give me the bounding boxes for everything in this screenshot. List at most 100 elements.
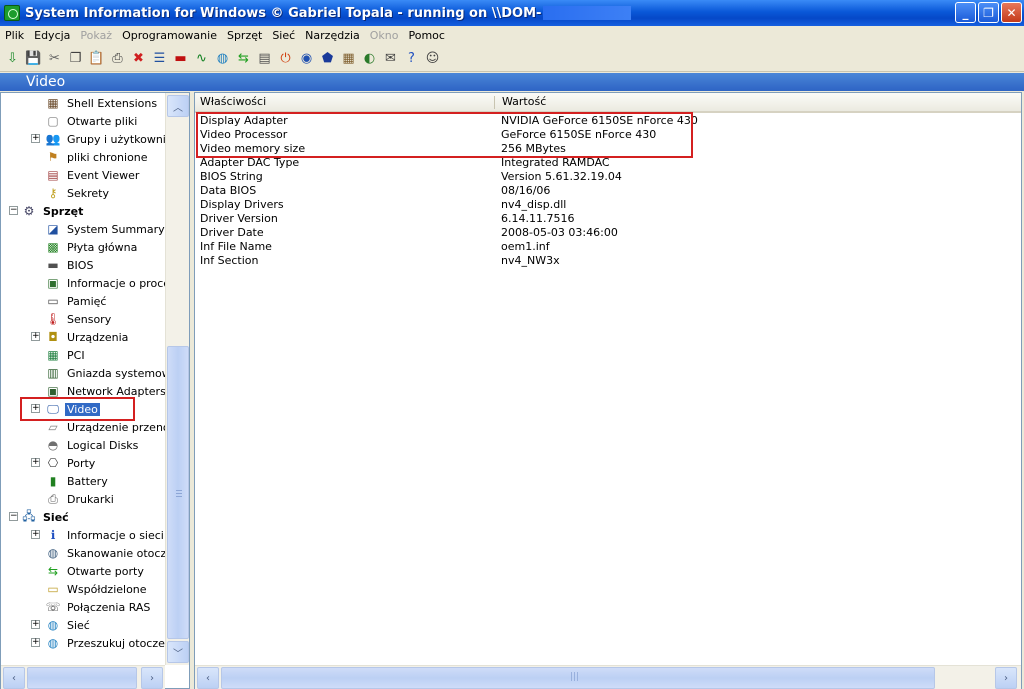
power-icon[interactable]: ⏻: [276, 49, 295, 68]
tree-item-system-summary[interactable]: ◪ System Summary: [45, 220, 165, 238]
table-row[interactable]: Display Drivers nv4_disp.dll: [195, 198, 1021, 212]
menu-edycja[interactable]: Edycja: [29, 29, 75, 42]
property-cell: Video memory size: [200, 142, 306, 155]
mail-icon[interactable]: ✉: [381, 49, 400, 68]
tree-item-urzadzenie-przenosne[interactable]: ▱ Urządzenie przenośne: [45, 418, 165, 436]
stop-icon[interactable]: ✖: [129, 49, 148, 68]
chart-icon[interactable]: ∿: [192, 49, 211, 68]
maximize-button[interactable]: ❐: [978, 2, 999, 23]
scroll-right-button[interactable]: ›: [141, 667, 163, 689]
document-icon[interactable]: ▤: [255, 49, 274, 68]
tree-item-pliki-chronione[interactable]: ⚑ pliki chronione: [45, 148, 150, 166]
tree-item-battery[interactable]: ▮ Battery: [45, 472, 110, 490]
list-hscroll-thumb[interactable]: |||: [221, 667, 935, 689]
save-icon[interactable]: 💾: [24, 49, 43, 68]
scroll-left-button[interactable]: ‹: [3, 667, 25, 689]
tree-item-grupy-i-uzytkownicy[interactable]: + 👥 Grupy i użytkownicy: [31, 130, 165, 148]
table-row[interactable]: Inf File Name oem1.inf: [195, 240, 1021, 254]
table-row[interactable]: Data BIOS 08/16/06: [195, 184, 1021, 198]
report-icon[interactable]: ☰: [150, 49, 169, 68]
print-icon[interactable]: ⎙: [108, 49, 127, 68]
column-header-property[interactable]: Właściwości: [195, 93, 495, 111]
menu-plik[interactable]: Plik: [0, 29, 29, 42]
minimize-button[interactable]: _: [955, 2, 976, 23]
collapse-icon[interactable]: −: [9, 512, 18, 521]
menu-narzedzia[interactable]: Narzędzia: [300, 29, 365, 42]
expand-icon[interactable]: +: [31, 620, 40, 629]
tree-vertical-scrollbar[interactable]: ︿ ﹀: [165, 93, 189, 665]
list-scroll-left-button[interactable]: ‹: [197, 667, 219, 689]
tree-item-video[interactable]: + 🖵 Video: [31, 400, 100, 418]
tree-item-drukarki[interactable]: ⎙ Drukarki: [45, 490, 116, 508]
tree-item-network-adapters[interactable]: ▣ Network Adapters: [45, 382, 165, 400]
menu-sprzet[interactable]: Sprzęt: [222, 29, 267, 42]
tree-item-polaczenia-ras[interactable]: ☏ Połączenia RAS: [45, 598, 152, 616]
list-scroll-right-button[interactable]: ›: [995, 667, 1017, 689]
tree-item-shell-extensions[interactable]: ▦ Shell Extensions: [45, 94, 159, 112]
help-icon[interactable]: ?: [402, 49, 421, 68]
table-row[interactable]: Adapter DAC Type Integrated RAMDAC: [195, 156, 1021, 170]
scroll-down-button[interactable]: ﹀: [167, 641, 189, 663]
expand-icon[interactable]: +: [31, 458, 40, 467]
menu-oprogramowanie[interactable]: Oprogramowanie: [117, 29, 222, 42]
expand-icon[interactable]: +: [31, 332, 40, 341]
tree-item-logical-disks[interactable]: ◓ Logical Disks: [45, 436, 140, 454]
tree-item-sekrety[interactable]: ⚷ Sekrety: [45, 184, 111, 202]
table-row[interactable]: Inf Section nv4_NW3x: [195, 254, 1021, 268]
expand-icon[interactable]: +: [31, 638, 40, 647]
tree-item-bios[interactable]: ▬ BIOS: [45, 256, 95, 274]
flag-icon[interactable]: ▬: [171, 49, 190, 68]
column-header-value[interactable]: Wartość: [497, 93, 797, 111]
paste-icon[interactable]: 📋: [87, 49, 106, 68]
table-row[interactable]: Driver Date 2008-05-03 03:46:00: [195, 226, 1021, 240]
tree-item-skanowanie-otoczenia[interactable]: ◍ Skanowanie otoczenia: [45, 544, 165, 562]
column-divider[interactable]: [494, 96, 495, 109]
tree-item-porty[interactable]: + ⎔ Porty: [31, 454, 97, 472]
tree-item-pci[interactable]: ▦ PCI: [45, 346, 87, 364]
menu-siec[interactable]: Sieć: [267, 29, 300, 42]
tree-item-sprzet[interactable]: − ⚙ Sprzęt: [9, 202, 85, 220]
expand-icon[interactable]: +: [31, 404, 40, 413]
system-summary-icon: ◪: [47, 222, 59, 236]
sync-icon[interactable]: ◉: [297, 49, 316, 68]
tree-hscroll-thumb[interactable]: [27, 667, 137, 689]
user-icon[interactable]: ☺: [423, 49, 442, 68]
expand-icon[interactable]: +: [31, 530, 40, 539]
tree-item-plyta-glowna[interactable]: ▩ Płyta główna: [45, 238, 139, 256]
table-row[interactable]: Video Processor GeForce 6150SE nForce 430: [195, 128, 1021, 142]
scroll-up-button[interactable]: ︿: [167, 95, 189, 117]
expand-icon[interactable]: +: [31, 134, 40, 143]
tree-item-informacje-o-procesorze[interactable]: ▣ Informacje o procesorze: [45, 274, 165, 292]
refresh-icon[interactable]: ⇩: [3, 49, 22, 68]
app-icon[interactable]: [4, 5, 20, 21]
copy-icon[interactable]: ❐: [66, 49, 85, 68]
tree-horizontal-scrollbar[interactable]: ‹ ›: [1, 665, 165, 689]
drive-icon[interactable]: ◐: [360, 49, 379, 68]
tree-item-przeszukuj-otoczenie[interactable]: + ◍ Przeszukuj otoczenie: [31, 634, 165, 652]
table-row[interactable]: Display Adapter NVIDIA GeForce 6150SE nFo…: [195, 114, 1021, 128]
globe-icon[interactable]: ◍: [213, 49, 232, 68]
tree-item-informacje-o-sieci[interactable]: + ℹ Informacje o sieci: [31, 526, 165, 544]
shield-icon[interactable]: ⬟: [318, 49, 337, 68]
menu-pomoc[interactable]: Pomoc: [404, 29, 450, 42]
list-horizontal-scrollbar[interactable]: ‹ ||| ›: [195, 665, 1021, 689]
collapse-icon[interactable]: −: [9, 206, 18, 215]
tree-item-event-viewer[interactable]: ▤ Event Viewer: [45, 166, 141, 184]
tree-scroll-thumb[interactable]: [167, 346, 189, 639]
tree-item-pamiec[interactable]: ▭ Pamięć: [45, 292, 108, 310]
close-button[interactable]: ✕: [1001, 2, 1022, 23]
tree-item-wspoldzielone[interactable]: ▭ Współdzielone: [45, 580, 149, 598]
tree-item-sensory[interactable]: 🌡 Sensory: [45, 310, 113, 328]
tree-item-otwarte-pliki[interactable]: ▢ Otwarte pliki: [45, 112, 139, 130]
tree-item-gniazda-systemowe[interactable]: ▥ Gniazda systemowe: [45, 364, 165, 382]
table-row[interactable]: Driver Version 6.14.11.7516: [195, 212, 1021, 226]
tree-item-urzadzenia[interactable]: + ◘ Urządzenia: [31, 328, 130, 346]
tree-item-otwarte-porty[interactable]: ⇆ Otwarte porty: [45, 562, 146, 580]
table-row[interactable]: Video memory size 256 MBytes: [195, 142, 1021, 156]
cut-icon[interactable]: ✂: [45, 49, 64, 68]
arrows-icon[interactable]: ⇆: [234, 49, 253, 68]
table-row[interactable]: BIOS String Version 5.61.32.19.04: [195, 170, 1021, 184]
tree-item-siec[interactable]: + ◍ Sieć: [31, 616, 92, 634]
grid-icon[interactable]: ▦: [339, 49, 358, 68]
tree-item-siec[interactable]: − 🖧 Sieć: [9, 508, 71, 526]
